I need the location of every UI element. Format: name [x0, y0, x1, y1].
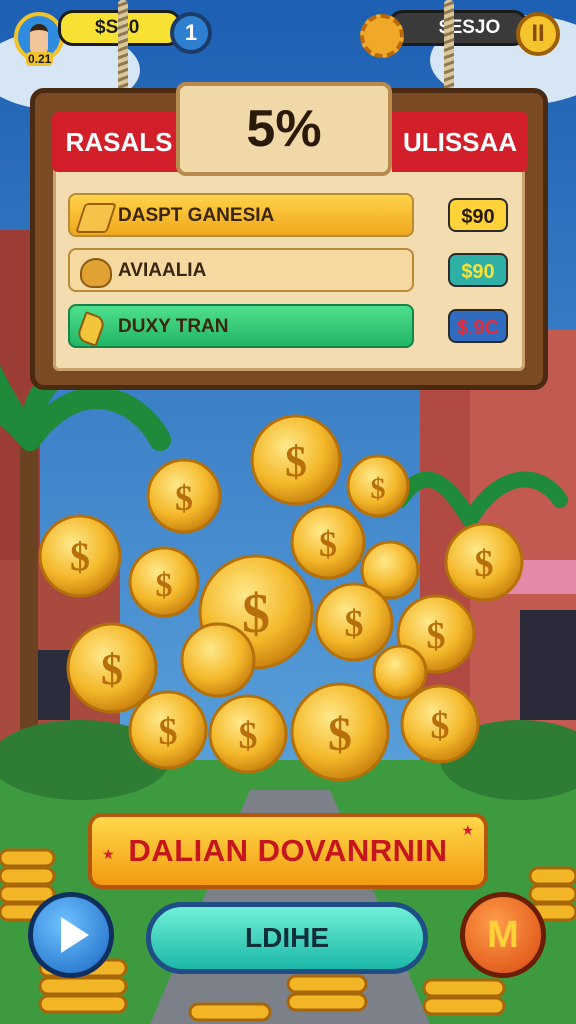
collect-button[interactable]: DALIAN DOVANRNIN ★ ★: [88, 813, 488, 889]
shop-item-2-label: AVIAALIA: [118, 260, 207, 281]
svg-text:$: $: [175, 478, 193, 518]
m-button[interactable]: M: [460, 892, 546, 978]
svg-text:$: $: [427, 615, 446, 657]
shop-item-1-price[interactable]: $90: [448, 198, 508, 232]
gear-coin-icon: [360, 14, 404, 58]
pause-button[interactable]: II: [516, 12, 560, 56]
play-icon: [61, 917, 89, 953]
star-icon: ★: [461, 823, 474, 839]
svg-text:$: $: [371, 472, 386, 505]
play-button[interactable]: [28, 892, 114, 978]
shop-item-3-label: DUXY TRAN: [118, 316, 229, 337]
svg-text:$: $: [156, 567, 173, 604]
gold-bars-icon: [75, 203, 117, 233]
go-button[interactable]: LDIHE: [146, 902, 428, 974]
svg-text:$: $: [345, 603, 364, 645]
info-button[interactable]: 1: [170, 12, 212, 54]
shop-item-2[interactable]: AVIAALIA: [68, 248, 414, 292]
svg-text:$: $: [242, 583, 270, 645]
svg-text:$: $: [239, 715, 258, 757]
percent-plaque: 5%: [176, 82, 392, 176]
shop-item-3[interactable]: DUXY TRAN: [68, 304, 414, 348]
shop-item-1[interactable]: DASPT GANESIA: [68, 193, 414, 237]
shop-item-1-label: DASPT GANESIA: [118, 205, 275, 226]
shop-item-2-price[interactable]: $90: [448, 253, 508, 287]
crystal-icon: [75, 311, 107, 347]
avatar-face-icon: [30, 24, 48, 54]
collect-button-label: DALIAN DOVANRNIN: [128, 833, 448, 868]
info-icon: 1: [184, 20, 198, 45]
svg-text:$: $: [319, 524, 337, 564]
svg-text:$: $: [475, 543, 494, 585]
player-level: 0.21: [26, 52, 54, 66]
svg-text:$: $: [70, 534, 90, 579]
svg-text:$: $: [285, 437, 307, 486]
tab-right[interactable]: ULISSAA: [392, 112, 528, 172]
pause-icon: II: [531, 20, 545, 47]
coin-counter-right: $ESJO: [388, 10, 528, 46]
percent-value: 5%: [246, 100, 322, 158]
star-icon: ★: [102, 847, 115, 863]
svg-text:$: $: [328, 708, 352, 761]
tab-left[interactable]: RASALS: [52, 112, 186, 172]
go-button-label: LDIHE: [245, 922, 329, 953]
svg-text:$: $: [159, 711, 178, 753]
shop-item-3-price[interactable]: $.9C: [448, 309, 508, 343]
svg-text:$: $: [431, 705, 450, 747]
svg-text:$: $: [101, 645, 123, 694]
crest-icon: [80, 258, 112, 288]
m-button-label: M: [487, 914, 519, 956]
